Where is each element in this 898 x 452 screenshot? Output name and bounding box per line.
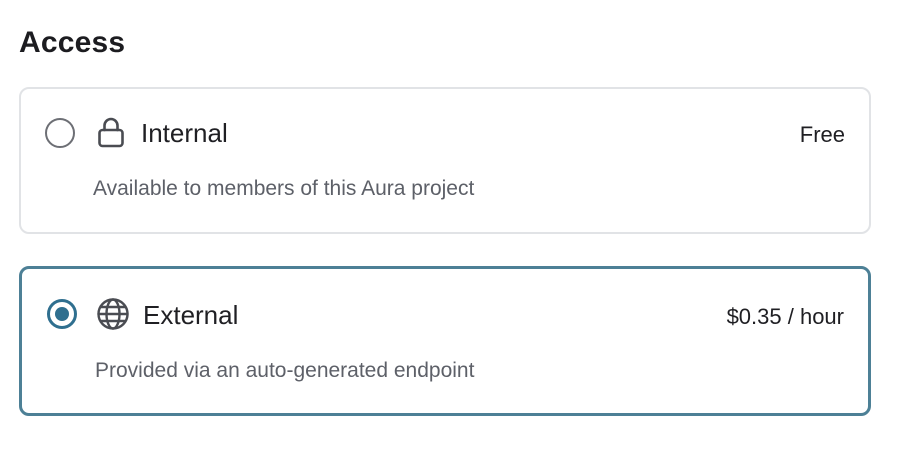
lock-icon <box>94 115 128 149</box>
external-option-label: External <box>143 300 239 330</box>
internal-description: Available to members of this Aura projec… <box>93 177 475 200</box>
external-description: Provided via an auto-generated endpoint <box>95 359 475 382</box>
internal-price: Free <box>799 122 845 147</box>
external-price: $0.35 / hour <box>726 304 844 329</box>
access-section-title: Access <box>19 26 126 59</box>
globe-icon <box>96 297 130 331</box>
internal-option-label: Internal <box>141 118 228 148</box>
access-option-external[interactable]: External $0.35 / hour Provided via an au… <box>19 266 871 416</box>
internal-radio-button[interactable] <box>45 118 75 148</box>
external-radio-button[interactable] <box>47 299 77 329</box>
access-option-internal[interactable]: Internal Free Available to members of th… <box>19 87 871 234</box>
